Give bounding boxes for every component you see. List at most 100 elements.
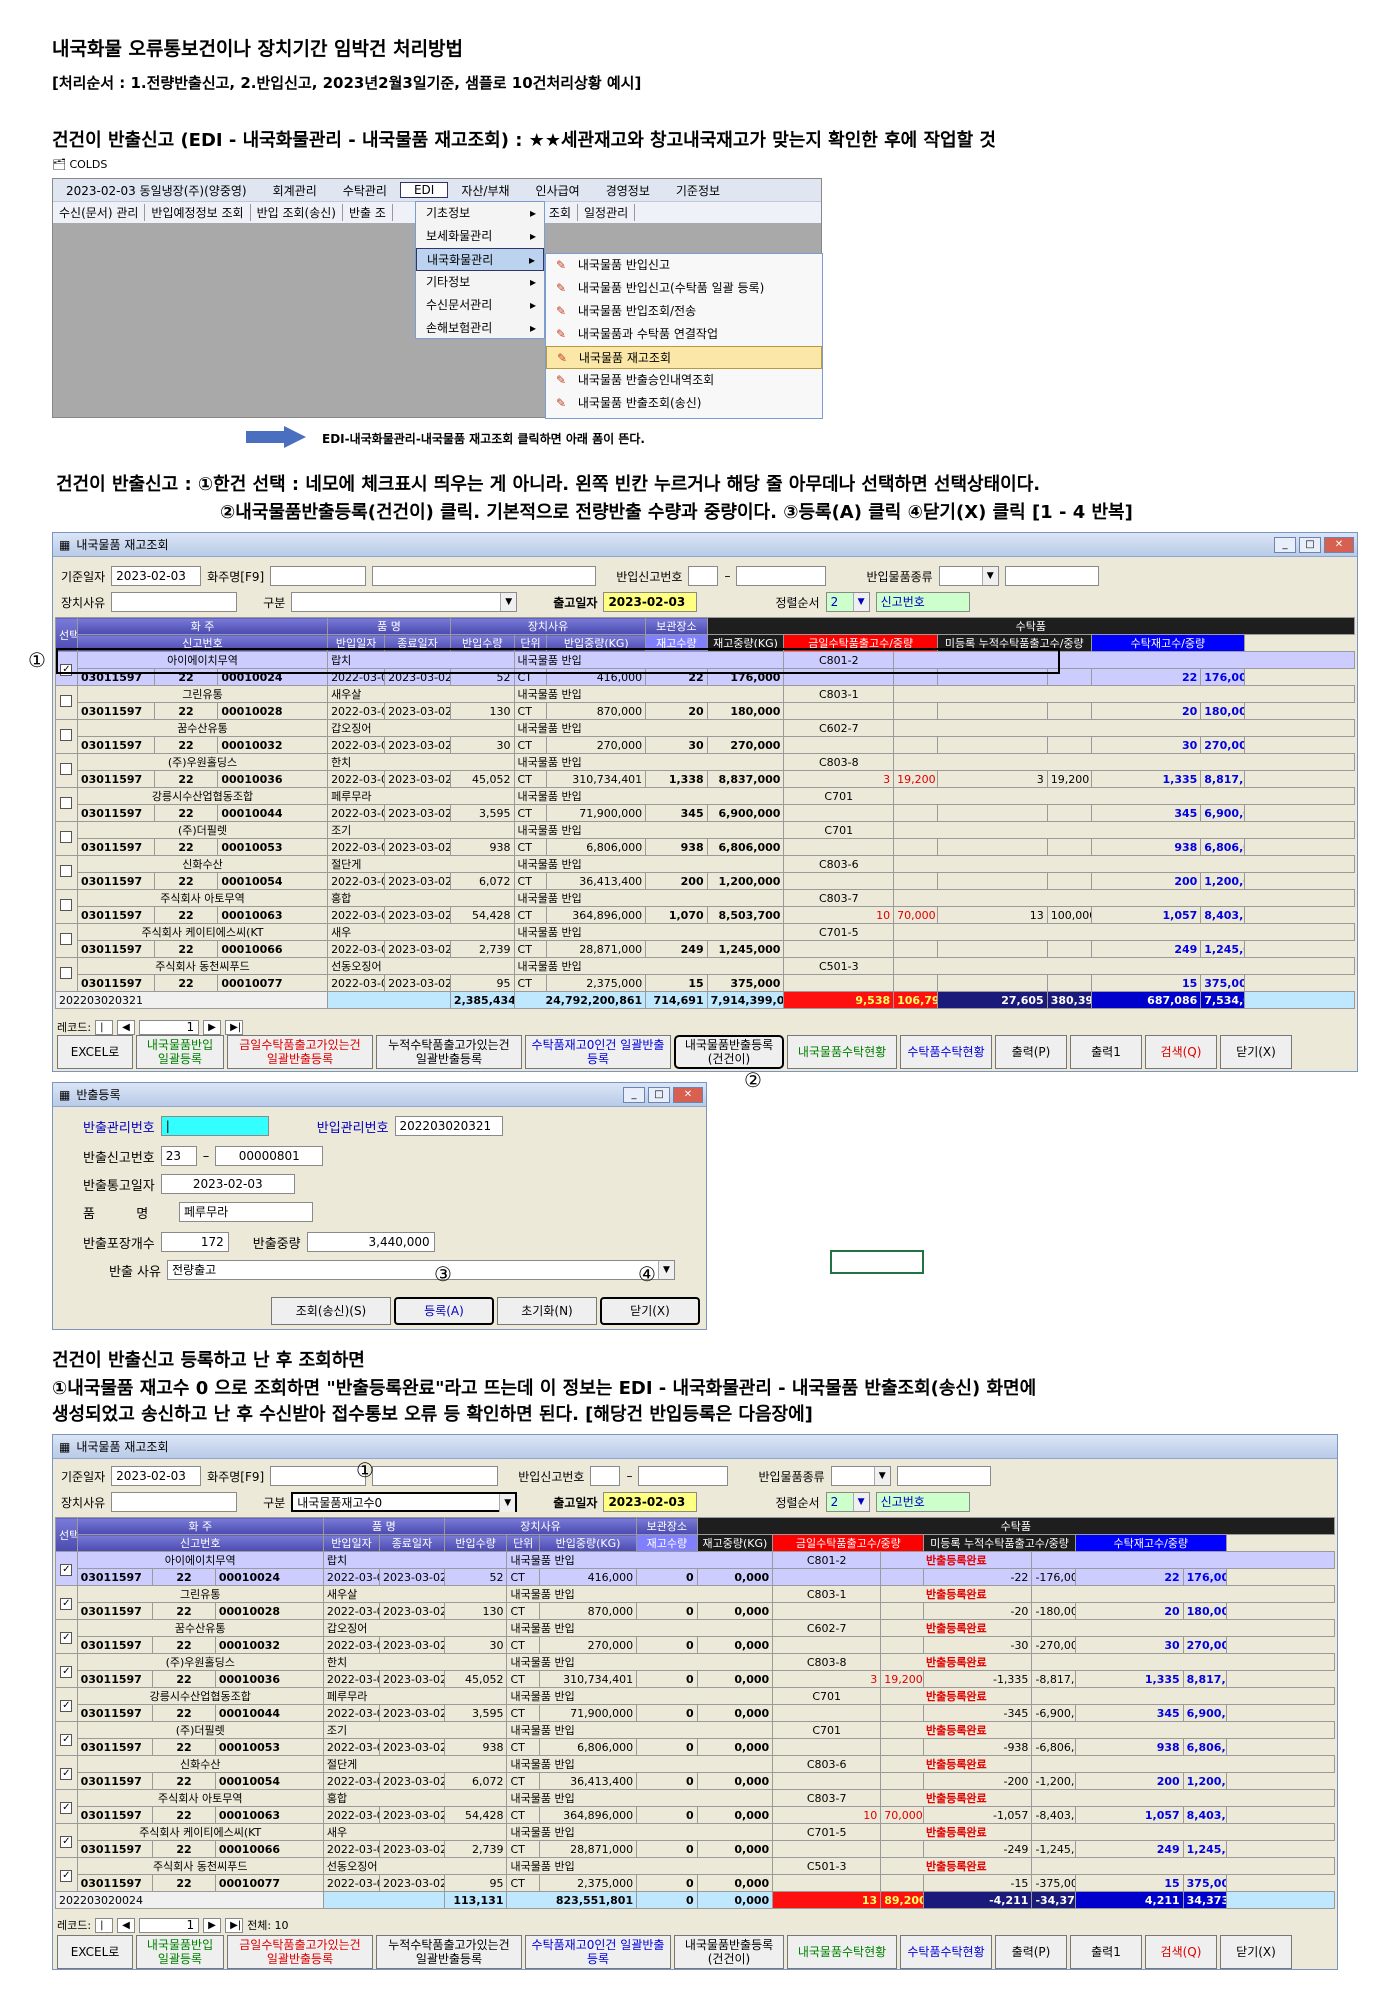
first-record-button[interactable]: |◀ bbox=[95, 1917, 114, 1944]
checkbox-icon[interactable] bbox=[60, 763, 73, 775]
table-row[interactable]: 0301159722000100542022-03-022023-03-026,… bbox=[56, 872, 1355, 890]
column-header[interactable]: 단위 bbox=[506, 1534, 540, 1552]
minimize-button[interactable]: _ bbox=[1274, 536, 1296, 553]
table-row[interactable]: ✓ 아이에이치무역 랍치 내국물품 반입 C801-2 반출등록완료 bbox=[55, 1551, 1335, 1586]
toolbar-button[interactable]: 내국물품반출등록 (건건이) bbox=[674, 1035, 784, 1069]
query-send-button[interactable]: 조회(송신)(S) bbox=[271, 1297, 391, 1325]
menubar-item[interactable]: 기준정보 bbox=[663, 182, 733, 199]
menubar-item[interactable]: 회계관리 bbox=[260, 182, 330, 199]
toolbar-button[interactable]: 수탁품재고0인건 일괄반출등록 bbox=[525, 1035, 671, 1069]
row-select-checkbox[interactable] bbox=[55, 685, 78, 720]
edi-menu-item[interactable]: 수신문서관리 ▸ bbox=[416, 294, 544, 317]
table-row[interactable]: 강릉시수산업협동조합 페루무라 내국물품 반입 C701 bbox=[55, 787, 1355, 822]
in-no-1-input[interactable] bbox=[590, 1466, 621, 1486]
in-no-2-input[interactable] bbox=[638, 1466, 729, 1486]
toolbar-button[interactable]: 출력(P) bbox=[995, 1035, 1067, 1069]
column-header[interactable]: 단위 bbox=[513, 634, 548, 652]
table-row[interactable]: 주식회사 아토무역 홍합 내국물품 반입 C803-7 bbox=[55, 889, 1355, 924]
toolbar-button[interactable]: 수탁품수탁현황 bbox=[900, 1035, 992, 1069]
table-row[interactable]: 0301159722000100542022-03-022023-03-026,… bbox=[56, 1772, 1335, 1790]
table-row[interactable]: 0301159722000100362022-03-022023-03-0245… bbox=[56, 770, 1355, 788]
in-mgmt-input[interactable]: 202203020321 bbox=[394, 1116, 503, 1136]
checkbox-icon[interactable]: ✓ bbox=[60, 1835, 73, 1848]
row-select-checkbox[interactable]: ✓ bbox=[55, 1755, 78, 1790]
reason-input[interactable] bbox=[111, 1492, 238, 1512]
table-row[interactable]: ✓ 그린유통 새우살 내국물품 반입 C803-1 반출등록완료 bbox=[55, 1585, 1335, 1620]
toolbar-item[interactable]: 일정관리 bbox=[578, 204, 636, 221]
row-select-checkbox[interactable] bbox=[55, 821, 78, 856]
table-row[interactable]: 그린유통 새우살 내국물품 반입 C803-1 bbox=[55, 685, 1355, 720]
out-mgmt-input[interactable]: | bbox=[160, 1116, 269, 1136]
toolbar-button[interactable]: 출력1 bbox=[1070, 1035, 1142, 1069]
row-select-checkbox[interactable]: ✓ bbox=[55, 1721, 78, 1756]
close-dialog-button[interactable]: 닫기(X) bbox=[600, 1297, 700, 1325]
prev-record-button[interactable]: ◀ bbox=[117, 1019, 136, 1035]
checkbox-icon[interactable]: ✓ bbox=[60, 1733, 73, 1746]
toolbar-button[interactable]: 수탁품재고0인건 일괄반출등록 bbox=[525, 1935, 671, 1969]
reason-input[interactable] bbox=[111, 592, 238, 612]
row-select-checkbox[interactable] bbox=[55, 957, 78, 992]
menubar-item[interactable]: 경영정보 bbox=[593, 182, 663, 199]
row-select-checkbox[interactable]: ✓ bbox=[55, 1789, 78, 1824]
toolbar-button[interactable]: 내국물품반입 일괄등록 bbox=[136, 1035, 224, 1069]
prev-record-button[interactable]: ◀ bbox=[117, 1917, 136, 1933]
in-no-1-input[interactable] bbox=[688, 566, 719, 586]
column-header[interactable]: 반입일자 bbox=[327, 634, 386, 652]
toolbar-item[interactable]: 반입예정정보 조회 bbox=[145, 204, 251, 221]
submenu-item[interactable]: ✎ 내국물품 반입신고(수탁품 일괄 등록) bbox=[546, 277, 822, 300]
checkbox-icon[interactable]: ✓ bbox=[60, 663, 73, 676]
column-header[interactable]: 반입수량 bbox=[443, 1534, 508, 1552]
row-select-checkbox[interactable] bbox=[55, 889, 78, 924]
column-header[interactable]: 반입수량 bbox=[449, 634, 515, 652]
row-select-checkbox[interactable]: ✓ bbox=[55, 1619, 78, 1654]
date-input[interactable]: 2023-02-03 bbox=[111, 1466, 202, 1486]
column-header[interactable]: 재고수량 bbox=[645, 634, 708, 652]
table-row[interactable]: 0301159722000100772022-03-022023-03-0295… bbox=[56, 1874, 1335, 1892]
checkbox-icon[interactable] bbox=[60, 797, 73, 809]
gubun-select[interactable]: ▼ bbox=[291, 592, 518, 612]
outdate-input[interactable]: 2023-02-03 bbox=[603, 592, 698, 612]
record-number[interactable]: 1 bbox=[139, 1917, 200, 1933]
menubar-item[interactable]: EDI bbox=[399, 182, 449, 198]
toolbar-item[interactable]: 수신(문서) 관리 bbox=[53, 204, 146, 221]
row-select-checkbox[interactable] bbox=[55, 719, 78, 754]
row-select-checkbox[interactable] bbox=[55, 753, 78, 788]
gubun-select[interactable]: 내국물품재고수0 ▼ bbox=[291, 1492, 518, 1512]
column-header[interactable]: 재고중량(KG) bbox=[696, 1534, 774, 1552]
toolbar-button[interactable]: 닫기(X) bbox=[1220, 1035, 1292, 1069]
table-row[interactable]: ✓ (주)더필렛 조기 내국물품 반입 C701 반출등록완료 bbox=[55, 1721, 1335, 1756]
column-header[interactable]: 화 주 bbox=[76, 1517, 324, 1535]
row-select-checkbox[interactable]: ✓ bbox=[55, 651, 78, 686]
last-record-button[interactable]: ▶| bbox=[225, 1019, 244, 1035]
owner-code-input[interactable] bbox=[270, 1466, 367, 1486]
table-row[interactable]: ✓ 주식회사 아토무역 홍합 내국물품 반입 C803-7 반출등록완료 bbox=[55, 1789, 1335, 1824]
close-button[interactable]: ✕ bbox=[1324, 536, 1354, 553]
sort-select[interactable]: 2 ▼ bbox=[825, 1492, 870, 1512]
column-header[interactable]: 신고번호 bbox=[76, 634, 329, 652]
toolbar-button[interactable]: 내국물품반출등록 (건건이) bbox=[674, 1935, 784, 1969]
table-row[interactable]: ✓ 신화수산 절단게 내국물품 반입 C803-6 반출등록완료 bbox=[55, 1755, 1335, 1790]
edi-menu-item[interactable]: 기타정보 ▸ bbox=[416, 271, 544, 294]
toolbar-button[interactable]: 누적수탁품출고가있는건 일괄반출등록 bbox=[376, 1935, 522, 1969]
out-date-input[interactable]: 2023-02-03 bbox=[160, 1174, 295, 1194]
submenu-item[interactable]: ✎ 내국물품 재고조회 bbox=[546, 346, 822, 369]
table-row[interactable]: ✓ 꿈수산유통 갑오징어 내국물품 반입 C602-7 반출등록완료 bbox=[55, 1619, 1335, 1654]
checkbox-icon[interactable] bbox=[60, 729, 73, 741]
table-row[interactable]: 0301159722000100532022-03-022023-03-0293… bbox=[56, 838, 1355, 856]
table-row[interactable]: (주)더필렛 조기 내국물품 반입 C701 bbox=[55, 821, 1355, 856]
column-header[interactable]: 금일수탁품출고수/중량 bbox=[783, 634, 938, 652]
out-reason-select[interactable]: 전량출고 ▼ bbox=[166, 1260, 675, 1280]
edi-menu-item[interactable]: 손해보험관리 ▸ bbox=[416, 317, 544, 340]
last-record-button[interactable]: ▶| bbox=[225, 1917, 244, 1933]
checkbox-icon[interactable]: ✓ bbox=[60, 1767, 73, 1780]
table-row[interactable]: 0301159722000100362022-03-022023-03-0245… bbox=[56, 1670, 1335, 1688]
row-select-checkbox[interactable]: ✓ bbox=[55, 1687, 78, 1722]
owner-name-input[interactable] bbox=[372, 566, 597, 586]
out-no-2-input[interactable]: 00000801 bbox=[215, 1146, 324, 1166]
table-row[interactable]: 0301159722000100322022-03-022023-03-0230… bbox=[56, 736, 1355, 754]
next-record-button[interactable]: ▶ bbox=[203, 1019, 222, 1035]
column-header[interactable]: 반입중량(KG) bbox=[546, 634, 647, 652]
reset-button[interactable]: 초기화(N) bbox=[497, 1297, 597, 1325]
table-row[interactable]: 0301159722000100442022-03-022023-03-023,… bbox=[56, 1704, 1335, 1722]
table-row[interactable]: 0301159722000100532022-03-022023-03-0293… bbox=[56, 1738, 1335, 1756]
